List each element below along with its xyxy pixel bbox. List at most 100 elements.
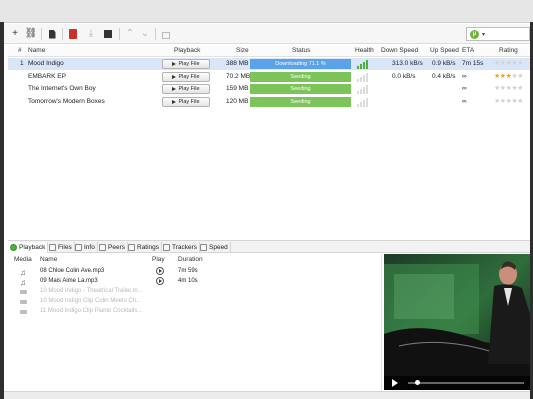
playback-duration: 4m 10s bbox=[178, 278, 198, 284]
tab-label: Peers bbox=[108, 244, 125, 251]
tab-peers[interactable]: Peers bbox=[97, 242, 128, 253]
status-text: Seeding bbox=[290, 86, 311, 92]
play-file-label: Play File bbox=[178, 98, 200, 105]
play-icon bbox=[172, 99, 177, 104]
playback-duration: 7m 59s bbox=[178, 268, 198, 274]
folder-icon bbox=[49, 244, 56, 251]
toolbar-divider bbox=[155, 28, 156, 40]
column-playback[interactable]: Playback bbox=[174, 47, 200, 54]
column-duration[interactable]: Duration bbox=[178, 256, 203, 263]
video-play-icon[interactable] bbox=[392, 379, 398, 387]
torrent-row[interactable]: The Internet's Own Boy Play File 159 MB See… bbox=[8, 83, 530, 95]
torrent-row[interactable]: EMBARK EP Play File 70.2 MB Seeding 0.0 kB/s… bbox=[8, 71, 530, 83]
utorrent-logo-icon: µ bbox=[470, 29, 479, 39]
remove-torrent-icon[interactable] bbox=[66, 27, 80, 41]
toolbar-divider bbox=[41, 28, 42, 40]
tab-speed[interactable]: Speed bbox=[198, 242, 231, 253]
play-circle-icon[interactable] bbox=[156, 267, 164, 275]
tab-info[interactable]: Info bbox=[73, 242, 98, 253]
stop-icon[interactable] bbox=[101, 27, 115, 41]
tab-label: Speed bbox=[209, 244, 228, 251]
rating-stars[interactable]: ★★★★★ bbox=[494, 84, 523, 92]
create-torrent-icon[interactable] bbox=[45, 27, 59, 41]
torrent-size: 70.2 MB bbox=[226, 72, 251, 80]
eta: ∞ bbox=[462, 72, 467, 80]
column-rating[interactable]: Rating bbox=[499, 47, 518, 54]
column-file-name[interactable]: Name bbox=[40, 256, 57, 263]
add-torrent-icon[interactable]: + bbox=[8, 27, 22, 41]
tab-playback[interactable]: Playback bbox=[8, 242, 49, 253]
rating-stars[interactable]: ★★★★★ bbox=[494, 72, 523, 80]
play-icon bbox=[172, 87, 177, 91]
star-icon[interactable]: ★ bbox=[517, 60, 523, 67]
torrent-row[interactable]: 1 Mood Indigo Play File 388 MB Downloading 7… bbox=[8, 58, 530, 70]
toolbar-divider bbox=[119, 28, 120, 40]
detail-tabs: Playback Files Info Peers Ratings Tracke… bbox=[8, 240, 530, 253]
column-status[interactable]: Status bbox=[292, 47, 310, 54]
play-icon bbox=[10, 244, 17, 251]
peers-icon bbox=[99, 244, 106, 251]
ratings-icon bbox=[128, 244, 135, 251]
star-icon[interactable]: ★ bbox=[517, 98, 523, 105]
video-player[interactable] bbox=[384, 254, 530, 390]
tab-label: Files bbox=[58, 244, 72, 251]
health-bars-icon bbox=[357, 97, 371, 107]
tab-trackers[interactable]: Trackers bbox=[161, 242, 201, 253]
move-up-icon[interactable]: ⌃ bbox=[123, 27, 137, 41]
health-bars-icon bbox=[357, 84, 371, 94]
play-circle-icon[interactable] bbox=[156, 277, 164, 285]
torrent-table-header: # Name Playback Size Status Health Down … bbox=[8, 46, 530, 57]
rating-stars[interactable]: ★★★★★ bbox=[494, 59, 523, 67]
column-media[interactable]: Media bbox=[14, 256, 32, 263]
move-down-icon[interactable]: ⌄ bbox=[138, 27, 152, 41]
column-index[interactable]: # bbox=[18, 47, 22, 54]
playback-item: 10 Mood Indigo Clip Colin Meets Ch... bbox=[8, 297, 382, 307]
status-bar-cell: Seeding bbox=[250, 96, 351, 107]
play-icon bbox=[172, 62, 177, 66]
column-down-speed[interactable]: Down Speed bbox=[381, 47, 418, 54]
info-icon bbox=[75, 244, 82, 251]
playback-item: 10 Mood Indigo - Theatrical Trailer.m... bbox=[8, 287, 382, 297]
tab-files[interactable]: Files bbox=[47, 242, 75, 253]
play-file-label: Play File bbox=[178, 61, 200, 67]
window-left-edge bbox=[0, 22, 4, 399]
playback-item[interactable]: ♫ 08 Chloe Colin Ave.mp3 7m 59s bbox=[8, 267, 382, 277]
top-backdrop bbox=[0, 0, 533, 22]
playback-file-name: 09 Mais Aime La.mp3 bbox=[40, 278, 98, 284]
play-icon bbox=[172, 74, 177, 79]
toolbar-divider bbox=[62, 28, 63, 40]
video-seek-handle[interactable] bbox=[415, 380, 421, 385]
column-name[interactable]: Name bbox=[28, 47, 45, 54]
column-eta[interactable]: ETA bbox=[462, 47, 474, 54]
video-seek-bar[interactable] bbox=[408, 382, 524, 384]
play-file-button[interactable]: Play File bbox=[162, 84, 210, 94]
playback-item[interactable]: ♫ 09 Mais Aime La.mp3 4m 10s bbox=[8, 277, 382, 287]
column-health[interactable]: Health bbox=[355, 47, 374, 54]
star-icon[interactable]: ★ bbox=[517, 85, 523, 92]
toolbar: + ⛓ ⤓ ⌃ ⌄ µ ▾ bbox=[4, 24, 530, 44]
rating-stars[interactable]: ★★★★★ bbox=[494, 97, 523, 105]
column-play[interactable]: Play bbox=[152, 256, 165, 263]
torrent-size: 159 MB bbox=[226, 85, 249, 92]
playback-file-list: Media Name Play Duration ♫ 08 Chloe Colin… bbox=[8, 254, 382, 390]
status-bar-cell: Downloading 71.1 % bbox=[250, 59, 351, 69]
unlock-icon[interactable] bbox=[159, 27, 173, 41]
tab-ratings[interactable]: Ratings bbox=[126, 242, 163, 253]
health-bars-icon bbox=[357, 59, 371, 69]
column-up-speed[interactable]: Up Speed bbox=[430, 47, 459, 54]
tab-label: Ratings bbox=[137, 244, 160, 251]
download-icon[interactable]: ⤓ bbox=[84, 27, 98, 41]
play-file-button[interactable]: Play File bbox=[162, 59, 210, 69]
tab-label: Trackers bbox=[172, 244, 198, 251]
playback-file-name: 11 Mood Indigo Clip Pianio Cocktails... bbox=[40, 308, 143, 314]
status-text: Seeding bbox=[290, 73, 311, 80]
play-file-button[interactable]: Play File bbox=[162, 71, 210, 82]
add-link-icon[interactable]: ⛓ bbox=[24, 27, 38, 41]
star-icon[interactable]: ★ bbox=[517, 73, 523, 80]
column-size[interactable]: Size bbox=[236, 47, 249, 54]
status-text: Seeding bbox=[290, 98, 311, 105]
playback-file-name: 10 Mood Indigo Clip Colin Meets Ch... bbox=[40, 298, 142, 304]
torrent-row[interactable]: Tomorrow's Modern Boxes Play File 120 MB Se… bbox=[8, 96, 530, 108]
search-dropdown[interactable]: µ ▾ bbox=[466, 27, 530, 41]
play-file-button[interactable]: Play File bbox=[162, 96, 210, 107]
